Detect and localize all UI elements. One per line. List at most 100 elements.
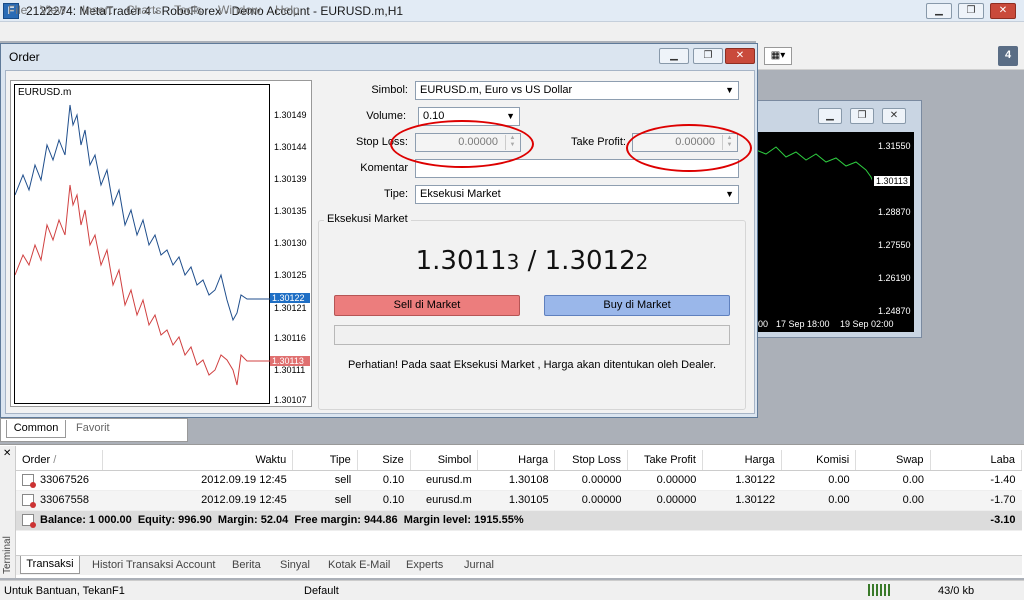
symbol-value: EURUSD.m, Euro vs US Dollar bbox=[420, 84, 573, 96]
ask-price: 1.3012 bbox=[544, 246, 636, 276]
tab-common[interactable]: Common bbox=[6, 420, 66, 438]
volume-label: Volume: bbox=[366, 110, 406, 122]
tab-histori[interactable]: Histori Transaksi Account bbox=[92, 559, 216, 571]
bg-axis bbox=[872, 132, 914, 332]
col-order[interactable]: Order / bbox=[16, 450, 104, 471]
ask-pip: 2 bbox=[635, 250, 649, 274]
trade-table: Order / Waktu Tipe Size Simbol Harga Sto… bbox=[16, 450, 1023, 531]
chevron-down-icon: ▼ bbox=[725, 85, 734, 95]
bid-price: 1.3011 bbox=[415, 246, 507, 276]
execution-progress-bar bbox=[334, 325, 730, 345]
col-time[interactable]: Waktu bbox=[102, 450, 294, 471]
y-tick: 1.30111 bbox=[274, 365, 306, 375]
tab-kotak-email[interactable]: Kotak E-Mail bbox=[328, 559, 390, 571]
y-tick: 1.30139 bbox=[274, 174, 307, 184]
close-button[interactable]: ✕ bbox=[990, 3, 1016, 19]
bg-restore-button[interactable]: ❐ bbox=[850, 108, 874, 124]
col-symbol[interactable]: Simbol bbox=[410, 450, 479, 471]
tab-jurnal[interactable]: Jurnal bbox=[464, 559, 494, 571]
total-profit: -3.10 bbox=[930, 510, 1022, 531]
market-execution-title: Eksekusi Market bbox=[324, 213, 411, 225]
y-tick: 1.30149 bbox=[274, 110, 307, 120]
chevron-down-icon: ▼ bbox=[725, 189, 734, 199]
tab-experts[interactable]: Experts bbox=[406, 559, 443, 571]
price-quote: 1.30113 / 1.30122 bbox=[318, 246, 746, 276]
annotation-circle bbox=[390, 120, 534, 168]
tick-lines bbox=[15, 104, 271, 386]
tab-berita[interactable]: Berita bbox=[232, 559, 261, 571]
order-close-button[interactable]: ✕ bbox=[725, 48, 755, 64]
comment-label: Komentar bbox=[360, 162, 408, 174]
y-tick: 1.30135 bbox=[274, 206, 307, 216]
menu-window[interactable]: Window bbox=[218, 3, 261, 17]
buy-market-button[interactable]: Buy di Market bbox=[544, 295, 730, 316]
minimize-button[interactable]: ▁ bbox=[926, 3, 952, 19]
quote-separator: / bbox=[519, 246, 545, 276]
summary-icon bbox=[22, 514, 36, 529]
tick-chart: EURUSD.m bbox=[14, 84, 271, 404]
y-tick: 1.30144 bbox=[274, 142, 307, 152]
menu-help[interactable]: Help bbox=[275, 3, 300, 17]
ask-price-marker: 1.30122 bbox=[270, 293, 310, 303]
tab-transaksi[interactable]: Transaksi bbox=[20, 556, 80, 574]
bg-tick: 1.28870 bbox=[878, 207, 911, 217]
status-profile: Default bbox=[304, 585, 339, 597]
col-current-price[interactable]: Harga bbox=[702, 450, 782, 471]
y-tick: 1.30130 bbox=[274, 238, 307, 248]
terminal-close-icon[interactable]: ✕ bbox=[3, 448, 11, 459]
messages-icon[interactable]: 4 bbox=[998, 46, 1018, 66]
col-commission[interactable]: Komisi bbox=[781, 450, 857, 471]
menu-tools[interactable]: Tools bbox=[174, 3, 202, 17]
symbol-label: Simbol: bbox=[371, 84, 408, 96]
bg-tick: 1.27550 bbox=[878, 240, 911, 250]
order-minimize-button[interactable]: ▁ bbox=[659, 48, 689, 64]
col-stop-loss[interactable]: Stop Loss bbox=[554, 450, 629, 471]
status-help: Untuk Bantuan, TekanF1 bbox=[4, 585, 125, 597]
order-type-select[interactable]: Eksekusi Market ▼ bbox=[415, 185, 739, 204]
symbol-select[interactable]: EURUSD.m, Euro vs US Dollar ▼ bbox=[415, 81, 739, 100]
bg-tick: 1.26190 bbox=[878, 273, 911, 283]
col-open-price[interactable]: Harga bbox=[477, 450, 556, 471]
bg-time: 00 bbox=[758, 319, 769, 329]
tab-favorit[interactable]: Favorit bbox=[76, 422, 110, 434]
chevron-down-icon: ▼ bbox=[506, 111, 515, 121]
bid-price-marker: 1.30113 bbox=[270, 356, 310, 366]
execution-note: Perhatian! Pada saat Eksekusi Market , H… bbox=[347, 359, 717, 371]
bid-price-line bbox=[15, 184, 271, 386]
menu-charts[interactable]: Charts bbox=[126, 3, 161, 17]
order-restore-button[interactable]: ❐ bbox=[693, 48, 723, 64]
order-dialog-title: Order bbox=[9, 50, 40, 64]
account-summary-row: Balance: 1 000.00 Equity: 996.90 Margin:… bbox=[16, 510, 1022, 531]
sell-market-button[interactable]: Sell di Market bbox=[334, 295, 520, 316]
toolbar bbox=[756, 41, 1024, 70]
y-tick: 1.30121 bbox=[274, 303, 307, 313]
tab-sinyal[interactable]: Sinyal bbox=[280, 559, 310, 571]
trade-row[interactable]: 33067558 2012.09.19 12:45 sell 0.10 eurusd… bbox=[16, 490, 1022, 511]
annotation-circle bbox=[626, 124, 752, 172]
col-type[interactable]: Tipe bbox=[292, 450, 358, 471]
col-profit[interactable]: Laba bbox=[930, 450, 1023, 471]
menu-view[interactable]: View bbox=[40, 3, 66, 17]
bid-pip: 3 bbox=[506, 250, 520, 274]
bg-minimize-button[interactable]: ▁ bbox=[818, 108, 842, 124]
y-tick: 1.30125 bbox=[274, 270, 307, 280]
take-profit-label: Take Profit: bbox=[570, 136, 626, 148]
sell-order-icon bbox=[22, 474, 36, 489]
menu-insert[interactable]: Insert bbox=[82, 3, 112, 17]
sell-order-icon bbox=[22, 494, 36, 509]
bg-time: 17 Sep 18:00 bbox=[776, 319, 830, 329]
trade-row[interactable]: 33067526 2012.09.19 12:45 sell 0.10 eurusd… bbox=[16, 470, 1022, 491]
col-size[interactable]: Size bbox=[357, 450, 411, 471]
menu-file[interactable]: File bbox=[8, 3, 27, 17]
bg-close-button[interactable]: ✕ bbox=[882, 108, 906, 124]
chart-template-icon[interactable]: ▦▾ bbox=[764, 47, 792, 65]
terminal-label: Terminal bbox=[2, 536, 13, 574]
connection-bars-icon bbox=[868, 584, 890, 596]
order-type-value: Eksekusi Market bbox=[420, 188, 501, 200]
account-summary: Balance: 1 000.00 Equity: 996.90 Margin:… bbox=[40, 513, 524, 526]
col-swap[interactable]: Swap bbox=[855, 450, 931, 471]
restore-button[interactable]: ❐ bbox=[958, 3, 984, 19]
col-take-profit[interactable]: Take Profit bbox=[627, 450, 703, 471]
bg-tick: 1.24870 bbox=[878, 306, 911, 316]
bg-tick: 1.31550 bbox=[878, 141, 911, 151]
